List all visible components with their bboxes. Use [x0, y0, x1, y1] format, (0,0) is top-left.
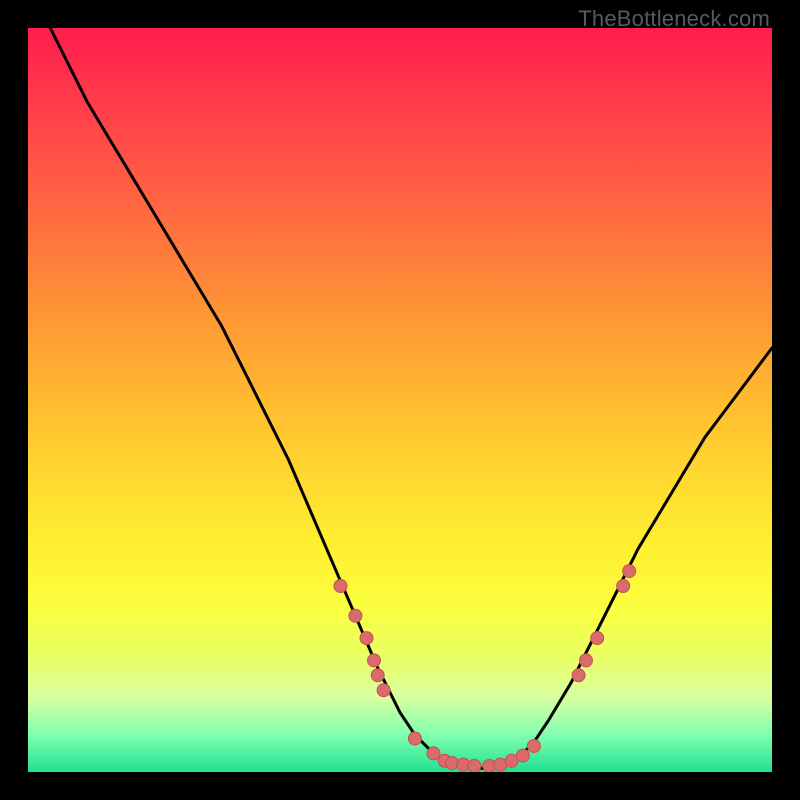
- plot-area: [28, 28, 772, 772]
- watermark-text: TheBottleneck.com: [578, 6, 770, 32]
- gradient-background: [28, 28, 772, 772]
- chart-container: TheBottleneck.com: [0, 0, 800, 800]
